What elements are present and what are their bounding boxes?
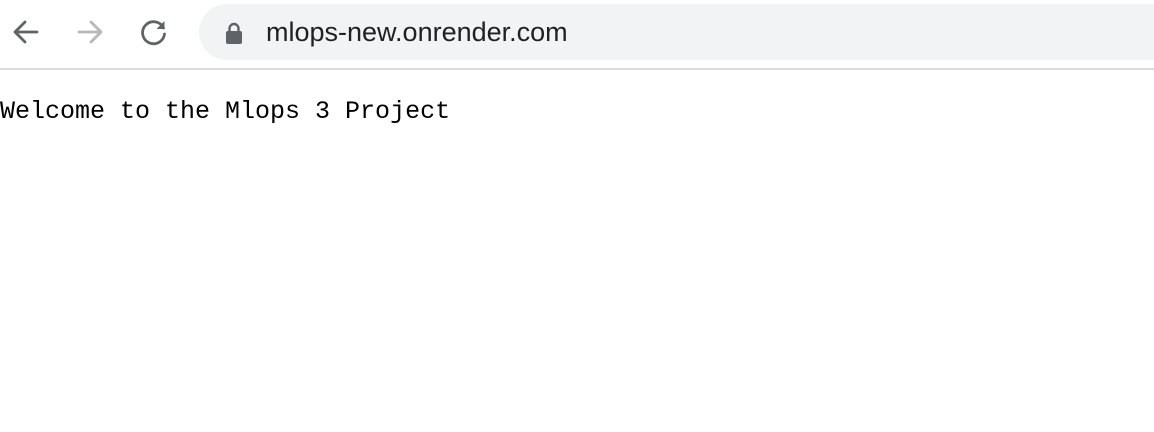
url-text[interactable]: mlops-new.onrender.com xyxy=(266,4,568,60)
arrow-left-icon xyxy=(13,20,39,44)
reload-button[interactable] xyxy=(136,14,172,50)
forward-button[interactable] xyxy=(72,14,108,50)
browser-toolbar: mlops-new.onrender.com xyxy=(0,0,1154,70)
back-button[interactable] xyxy=(8,14,44,50)
reload-icon xyxy=(141,20,166,46)
arrow-right-icon xyxy=(77,20,103,44)
address-bar[interactable]: mlops-new.onrender.com xyxy=(199,4,1154,60)
welcome-text: Welcome to the Mlops 3 Project xyxy=(0,97,451,126)
lock-icon xyxy=(226,22,242,44)
page-content: Welcome to the Mlops 3 Project xyxy=(0,70,1154,432)
